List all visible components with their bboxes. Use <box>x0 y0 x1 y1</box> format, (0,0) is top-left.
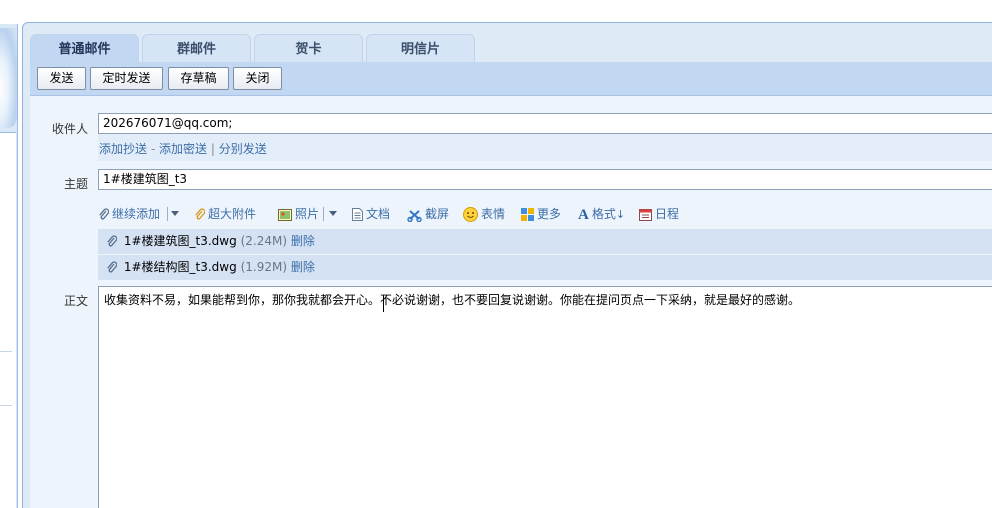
format-button[interactable]: A 格式↓ <box>578 204 625 224</box>
body-label: 正文 <box>63 294 88 308</box>
screenshot-button[interactable]: 截屏 <box>407 204 449 224</box>
chevron-down-icon[interactable] <box>329 211 337 216</box>
attachment-row: 1#楼建筑图_t3.dwg (2.24M) 删除 <box>98 229 992 254</box>
compose-type-tabs: 普通邮件 群邮件 贺卡 明信片 <box>30 34 475 62</box>
paperclip-icon <box>195 208 205 220</box>
document-button[interactable]: 文档 <box>352 204 390 224</box>
left-sidebar-edge <box>0 24 18 508</box>
recipient-links: 添加抄送 - 添加密送 | 分别发送 <box>99 140 267 157</box>
huge-attachment-label: 超大附件 <box>208 207 257 221</box>
paperclip-icon <box>107 261 117 273</box>
photo-button[interactable]: 照片 <box>278 204 319 224</box>
toolbar-separator <box>167 207 168 221</box>
continue-add-label: 继续添加 <box>112 207 161 221</box>
send-button[interactable]: 发送 <box>37 67 86 90</box>
format-arrow-icon: ↓ <box>615 208 626 221</box>
recipient-label: 收件人 <box>51 122 88 136</box>
add-cc-link[interactable]: 添加抄送 <box>99 142 147 156</box>
sidebar-divider <box>0 405 12 406</box>
save-draft-button[interactable]: 存草稿 <box>168 67 229 90</box>
smiley-icon <box>463 207 478 222</box>
body-editor[interactable]: 收集资料不易，如果能帮到你，那你我就都会开心。不必说谢谢，也不要回复说谢谢。你能… <box>98 286 992 508</box>
attachment-row: 1#楼结构图_t3.dwg (1.92M) 删除 <box>98 255 992 280</box>
add-bcc-link[interactable]: 添加密送 <box>159 142 207 156</box>
document-icon <box>352 208 363 221</box>
photo-icon <box>278 208 292 221</box>
attachment-size: (2.24M) <box>240 234 287 248</box>
recipient-input[interactable]: 202676071@qq.com; <box>98 113 992 134</box>
attachment-name: 1#楼建筑图_t3.dwg <box>123 234 237 248</box>
document-label: 文档 <box>366 207 391 221</box>
sidebar-list-edge <box>0 132 16 508</box>
text-caret <box>383 295 384 312</box>
browser-top-strip <box>0 0 992 22</box>
photo-label: 照片 <box>295 207 320 221</box>
separate-send-link[interactable]: 分别发送 <box>219 142 267 156</box>
huge-attachment-button[interactable]: 超大附件 <box>194 204 256 224</box>
close-button[interactable]: 关闭 <box>233 67 282 90</box>
schedule-button[interactable]: 日程 <box>639 204 679 224</box>
tab-greeting-card[interactable]: 贺卡 <box>254 34 363 62</box>
font-icon: A <box>578 206 589 223</box>
schedule-label: 日程 <box>655 207 680 221</box>
sidebar-divider <box>0 351 12 352</box>
tab-group-mail[interactable]: 群邮件 <box>142 34 251 62</box>
more-label: 更多 <box>537 207 562 221</box>
calendar-icon <box>639 209 652 221</box>
emoji-label: 表情 <box>481 207 506 221</box>
attachment-delete-link[interactable]: 删除 <box>291 260 315 274</box>
link-divider: | <box>210 142 215 156</box>
link-dash: - <box>150 142 156 156</box>
scissors-icon <box>407 209 422 222</box>
screenshot-label: 截屏 <box>425 207 450 221</box>
tab-normal-mail[interactable]: 普通邮件 <box>30 34 139 62</box>
emoji-button[interactable]: 表情 <box>463 204 505 224</box>
attachment-delete-link[interactable]: 删除 <box>291 234 315 248</box>
paperclip-icon <box>107 235 117 247</box>
toolbar-separator <box>323 207 324 221</box>
paperclip-icon <box>99 208 109 220</box>
chevron-down-icon[interactable] <box>171 211 179 216</box>
subject-input[interactable]: 1#楼建筑图_t3 <box>98 169 992 190</box>
more-button[interactable]: 更多 <box>521 204 561 224</box>
scheduled-send-button[interactable]: 定时发送 <box>90 67 163 90</box>
grid-icon <box>521 208 534 221</box>
attachment-size: (1.92M) <box>240 260 287 274</box>
compose-toolbar: 发送 定时发送 存草稿 关闭 <box>30 62 992 96</box>
attachment-name: 1#楼结构图_t3.dwg <box>123 260 237 274</box>
body-text: 收集资料不易，如果能帮到你，那你我就都会开心。不必说谢谢，也不要回复说谢谢。你能… <box>104 293 801 307</box>
tab-postcard[interactable]: 明信片 <box>366 34 475 62</box>
continue-add-button[interactable]: 继续添加 <box>98 204 160 224</box>
format-label: 格式 <box>591 207 616 221</box>
sidebar-decoration <box>0 28 17 128</box>
subject-label: 主题 <box>63 177 88 191</box>
